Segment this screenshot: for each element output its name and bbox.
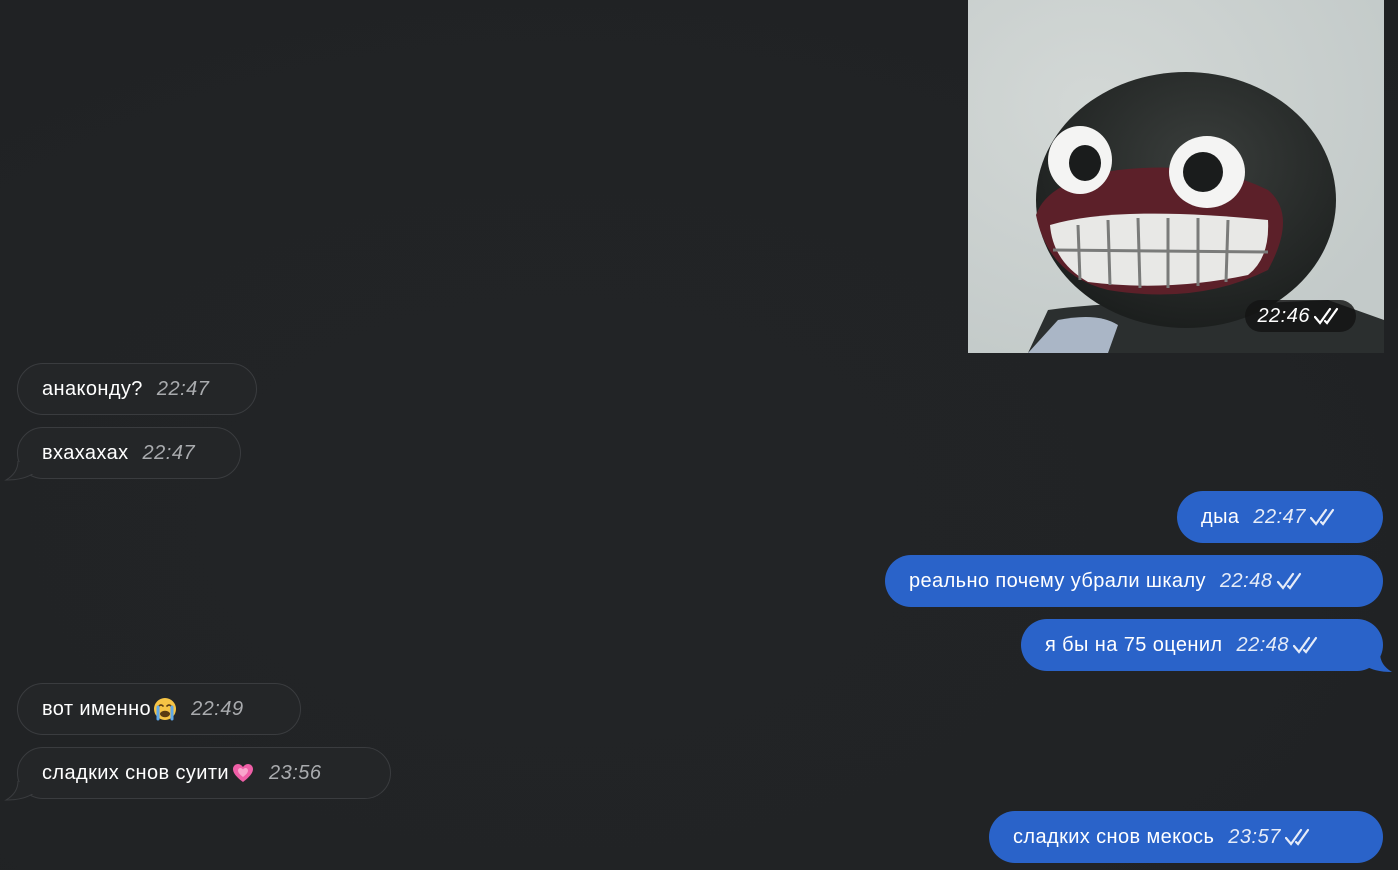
message-text: реально почему убрали шкалу [909,569,1206,592]
message-time: 23:56 [269,761,322,784]
message-time: 22:49 [191,697,244,720]
message-time: 22:47 [142,441,196,464]
message-text: сладких снов суити [42,761,229,784]
message-text: вот именно [42,697,152,720]
photo-time-label: 22:46 [1257,304,1310,327]
message-text: анаконду? [42,377,143,400]
outgoing-message[interactable]: реально почему убрали шкалу 22:48 [885,555,1383,607]
outgoing-message[interactable]: я бы на 75 оценил 22:48 [1021,619,1383,671]
bubble-tail-icon [1364,653,1392,672]
double-check-icon [1284,828,1309,846]
message-text: я бы на 75 оценил [1045,633,1223,656]
bubble-tail-icon [4,781,34,801]
incoming-message[interactable]: анаконду? 22:47 [17,363,257,415]
incoming-message[interactable]: сладких снов суити 23:56 [17,747,391,799]
outgoing-message[interactable]: сладких снов мекось 23:57 [989,811,1383,863]
double-check-icon [1314,307,1339,325]
message-time: 23:57 [1228,825,1281,848]
photo-timestamp: 22:46 [1245,300,1356,332]
message-time: 22:47 [1253,505,1306,528]
message-text: вхахахах [42,441,129,464]
incoming-message[interactable]: вхахахах 22:47 [17,427,241,479]
message-time: 22:48 [1219,569,1273,592]
chat-history: 22:46 анаконду? 22:47 вхахахах 22:47 дыа… [0,0,1398,870]
message-text: сладких снов мекось [1013,825,1215,848]
message-time: 22:47 [156,377,210,400]
incoming-message[interactable]: вот именно 22:49 [17,683,301,735]
double-check-icon [1293,636,1318,654]
message-text: дыа [1201,505,1240,528]
double-check-icon [1309,508,1335,526]
bubble-tail-icon [4,461,34,481]
photo-message[interactable]: 22:46 [968,0,1384,353]
growing-heart-icon [233,764,253,782]
message-time: 22:48 [1236,633,1290,656]
double-check-icon [1276,572,1301,590]
outgoing-message[interactable]: дыа 22:47 [1177,491,1383,543]
crying-face-icon [154,698,177,721]
